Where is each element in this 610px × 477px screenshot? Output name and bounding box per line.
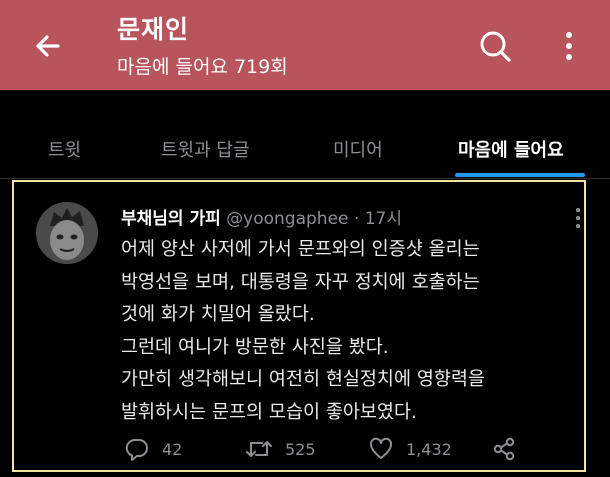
meta-separator: · bbox=[353, 209, 360, 229]
profile-tabs: 트윗 트윗과 답글 미디어 마음에 들어요 bbox=[0, 118, 610, 179]
tweet-line: 박영선을 보며, 대통령을 자꾸 정치에 호출하는 bbox=[121, 271, 480, 293]
retweet-count: 525 bbox=[285, 439, 316, 459]
like-button[interactable]: 1,432 bbox=[368, 432, 452, 466]
avatar-cartoon-face-icon bbox=[36, 202, 98, 264]
tab-tweets[interactable]: 트윗 bbox=[48, 136, 81, 162]
tweet-line: 가만히 생각해보니 여전히 현실정치에 영향력을 bbox=[121, 369, 485, 390]
tab-likes[interactable]: 마음에 들어요 bbox=[458, 136, 564, 162]
reply-count: 42 bbox=[162, 439, 183, 459]
tab-media[interactable]: 미디어 bbox=[333, 136, 383, 162]
back-arrow-icon[interactable] bbox=[28, 26, 68, 66]
search-icon[interactable] bbox=[475, 26, 515, 66]
active-tab-indicator bbox=[455, 173, 585, 177]
more-vertical-icon[interactable] bbox=[558, 26, 580, 66]
retweet-icon bbox=[246, 441, 272, 457]
like-icon bbox=[369, 437, 393, 459]
tweet-line: 그런데 여니가 방문한 사진을 봤다. bbox=[121, 336, 389, 358]
tab-tweets-and-replies[interactable]: 트윗과 답글 bbox=[161, 136, 250, 162]
tweet-card[interactable]: 부채님의 가피 @yoongaphee · 17시 어제 양산 사저에 가서 문… bbox=[12, 180, 586, 472]
profile-header: 문재인 마음에 들어요 719회 bbox=[0, 0, 610, 90]
share-icon bbox=[493, 437, 515, 461]
tweet-more-icon[interactable] bbox=[574, 206, 582, 230]
author-name[interactable]: 부채님의 가피 bbox=[121, 209, 221, 229]
retweet-button[interactable]: 525 bbox=[245, 432, 316, 466]
like-count: 1,432 bbox=[406, 439, 452, 459]
avatar[interactable] bbox=[36, 202, 98, 264]
reply-icon bbox=[125, 438, 148, 461]
author-handle[interactable]: @yoongaphee bbox=[226, 209, 348, 229]
reply-button[interactable]: 42 bbox=[124, 432, 182, 466]
tweet-time[interactable]: 17시 bbox=[365, 209, 402, 229]
tweet-line: 발휘하시는 문프의 모습이 좋아보였다. bbox=[121, 401, 417, 423]
share-button[interactable] bbox=[491, 432, 529, 466]
tweet-line: 어제 양산 사저에 가서 문프와의 인증샷 올리는 bbox=[121, 239, 480, 260]
tweet-line: 것에 화가 치밀어 올랐다. bbox=[121, 304, 315, 325]
tweet-header: 부채님의 가피 @yoongaphee · 17시 bbox=[121, 204, 402, 229]
tweet-body: 어제 양산 사저에 가서 문프와의 인증샷 올리는 박영선을 보며, 대통령을 … bbox=[121, 234, 581, 429]
tweet-actions: 42 525 1,432 bbox=[14, 432, 588, 466]
profile-name: 문재인 bbox=[117, 15, 190, 44]
likes-count-subtitle: 마음에 들어요 719회 bbox=[117, 56, 288, 78]
